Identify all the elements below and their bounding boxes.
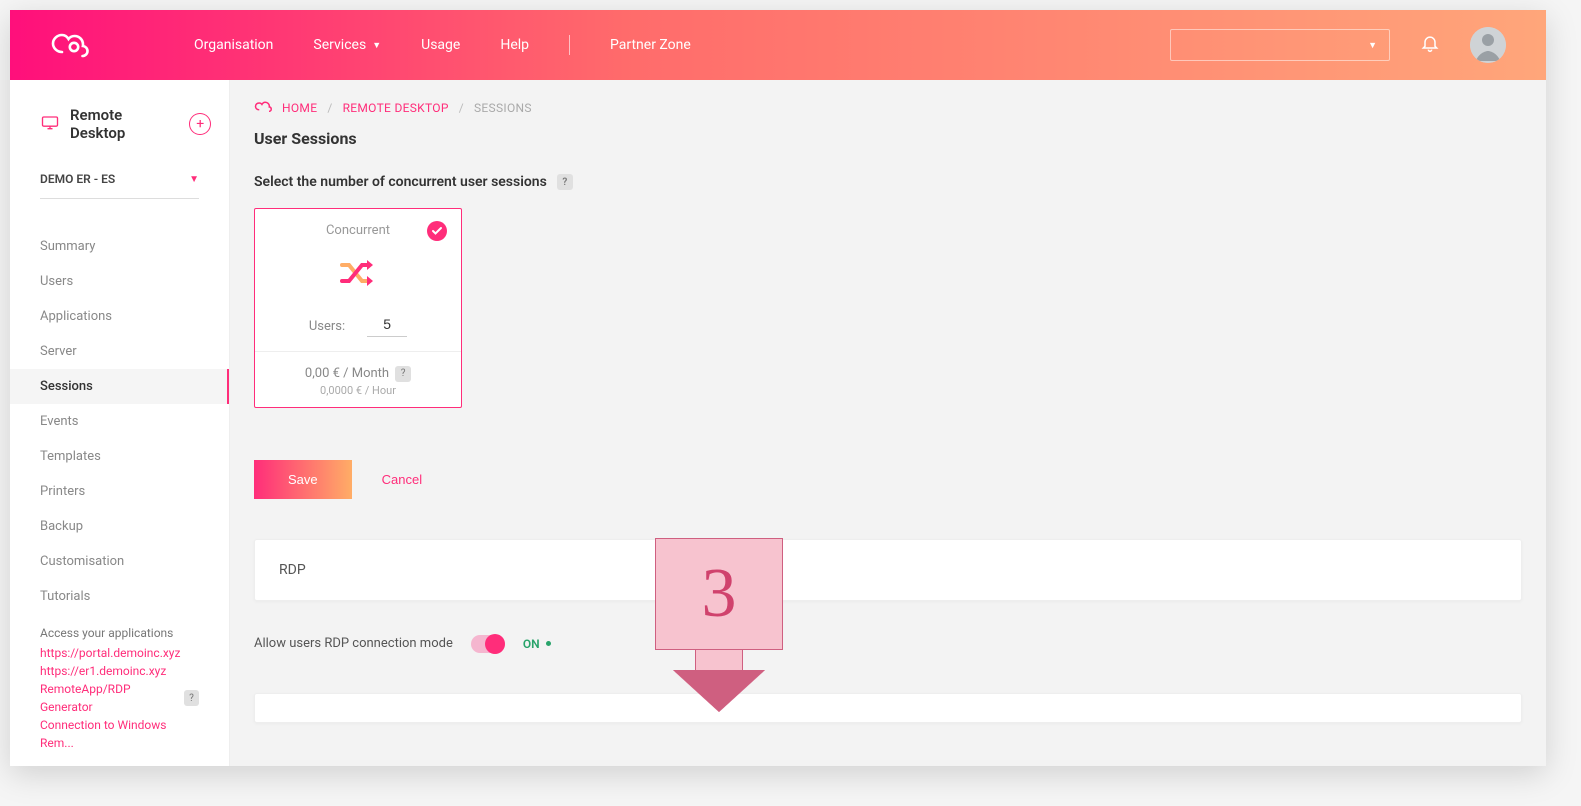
sidebar-footer: Access your applications https://portal.…	[10, 614, 229, 764]
sidebar-item-tutorials[interactable]: Tutorials	[10, 579, 229, 614]
header-dropdown[interactable]: ▼	[1170, 29, 1390, 61]
sidebar-item-customisation[interactable]: Customisation	[10, 544, 229, 579]
link-connection-windows[interactable]: Connection to Windows Rem...	[40, 716, 199, 752]
sidebar-item-server[interactable]: Server	[10, 334, 229, 369]
rdp-toggle-label: Allow users RDP connection mode	[254, 636, 453, 651]
sidebar-item-users[interactable]: Users	[10, 264, 229, 299]
card-title: Concurrent	[326, 223, 390, 238]
org-selected-label: DEMO ER - ES	[40, 172, 115, 186]
sidebar: Remote Desktop + DEMO ER - ES ▼ Summary …	[10, 80, 230, 766]
toggle-state: ON	[523, 637, 551, 651]
topbar: Organisation Services ▼ Usage Help Partn…	[10, 10, 1546, 80]
link-er1[interactable]: https://er1.demoinc.xyz	[40, 662, 199, 680]
footer-heading: Access your applications	[40, 626, 199, 640]
status-dot	[546, 641, 551, 646]
crumb-sessions: SESSIONS	[474, 101, 532, 115]
crumb-home[interactable]: HOME	[282, 101, 317, 115]
chevron-down-icon: ▼	[372, 40, 381, 51]
avatar[interactable]	[1470, 27, 1506, 63]
rdp-panel-title: RDP	[279, 562, 1497, 578]
sessions-prompt: Select the number of concurrent user ses…	[254, 174, 547, 190]
nav-usage[interactable]: Usage	[421, 37, 460, 53]
toggle-knob	[485, 634, 505, 654]
sidebar-item-summary[interactable]: Summary	[10, 229, 229, 264]
main-nav: Organisation Services ▼ Usage Help Partn…	[194, 35, 691, 55]
add-button[interactable]: +	[189, 113, 211, 135]
sidebar-title: Remote Desktop	[70, 106, 179, 142]
users-label: Users:	[309, 319, 345, 334]
sidebar-item-applications[interactable]: Applications	[10, 299, 229, 334]
nav-organisation[interactable]: Organisation	[194, 37, 273, 53]
nav-services-label: Services	[313, 37, 366, 53]
help-icon[interactable]: ?	[557, 174, 573, 190]
sidebar-item-backup[interactable]: Backup	[10, 509, 229, 544]
save-button[interactable]: Save	[254, 460, 352, 499]
nav-help[interactable]: Help	[500, 37, 529, 53]
link-rdp-generator[interactable]: RemoteApp/RDP Generator	[40, 680, 178, 716]
users-input[interactable]	[367, 316, 407, 337]
rdp-toggle[interactable]	[471, 635, 505, 653]
logo[interactable]	[50, 32, 94, 58]
rdp-panel: RDP	[254, 539, 1522, 601]
nav-separator	[569, 35, 570, 55]
price-per-hour: 0,0000 € / Hour	[255, 384, 461, 397]
org-dropdown[interactable]: DEMO ER - ES ▼	[40, 172, 199, 199]
shuffle-icon	[338, 256, 378, 294]
bell-icon[interactable]	[1420, 33, 1440, 57]
nav-partner-zone[interactable]: Partner Zone	[610, 37, 691, 53]
help-icon[interactable]: ?	[395, 366, 411, 382]
chevron-down-icon: ▼	[189, 174, 199, 185]
concurrent-card[interactable]: Concurrent Users:	[254, 208, 462, 408]
check-icon	[427, 221, 447, 241]
crumb-remote-desktop[interactable]: REMOTE DESKTOP	[343, 101, 449, 115]
chevron-down-icon: ▼	[1368, 40, 1377, 51]
empty-panel	[254, 693, 1522, 723]
link-portal[interactable]: https://portal.demoinc.xyz	[40, 644, 199, 662]
sidebar-item-sessions[interactable]: Sessions	[10, 369, 229, 404]
sidebar-item-events[interactable]: Events	[10, 404, 229, 439]
sidebar-item-templates[interactable]: Templates	[10, 439, 229, 474]
remote-desktop-icon	[40, 114, 60, 134]
help-icon[interactable]: ?	[184, 690, 199, 706]
breadcrumb: HOME / REMOTE DESKTOP / SESSIONS	[254, 100, 1522, 115]
cancel-button[interactable]: Cancel	[382, 472, 422, 487]
sidebar-item-printers[interactable]: Printers	[10, 474, 229, 509]
nav-services[interactable]: Services ▼	[313, 37, 381, 53]
price-per-month: 0,00 € / Month	[305, 366, 389, 381]
cloud-icon	[254, 100, 272, 115]
main-content: HOME / REMOTE DESKTOP / SESSIONS User Se…	[230, 80, 1546, 766]
page-title: User Sessions	[254, 129, 1522, 148]
